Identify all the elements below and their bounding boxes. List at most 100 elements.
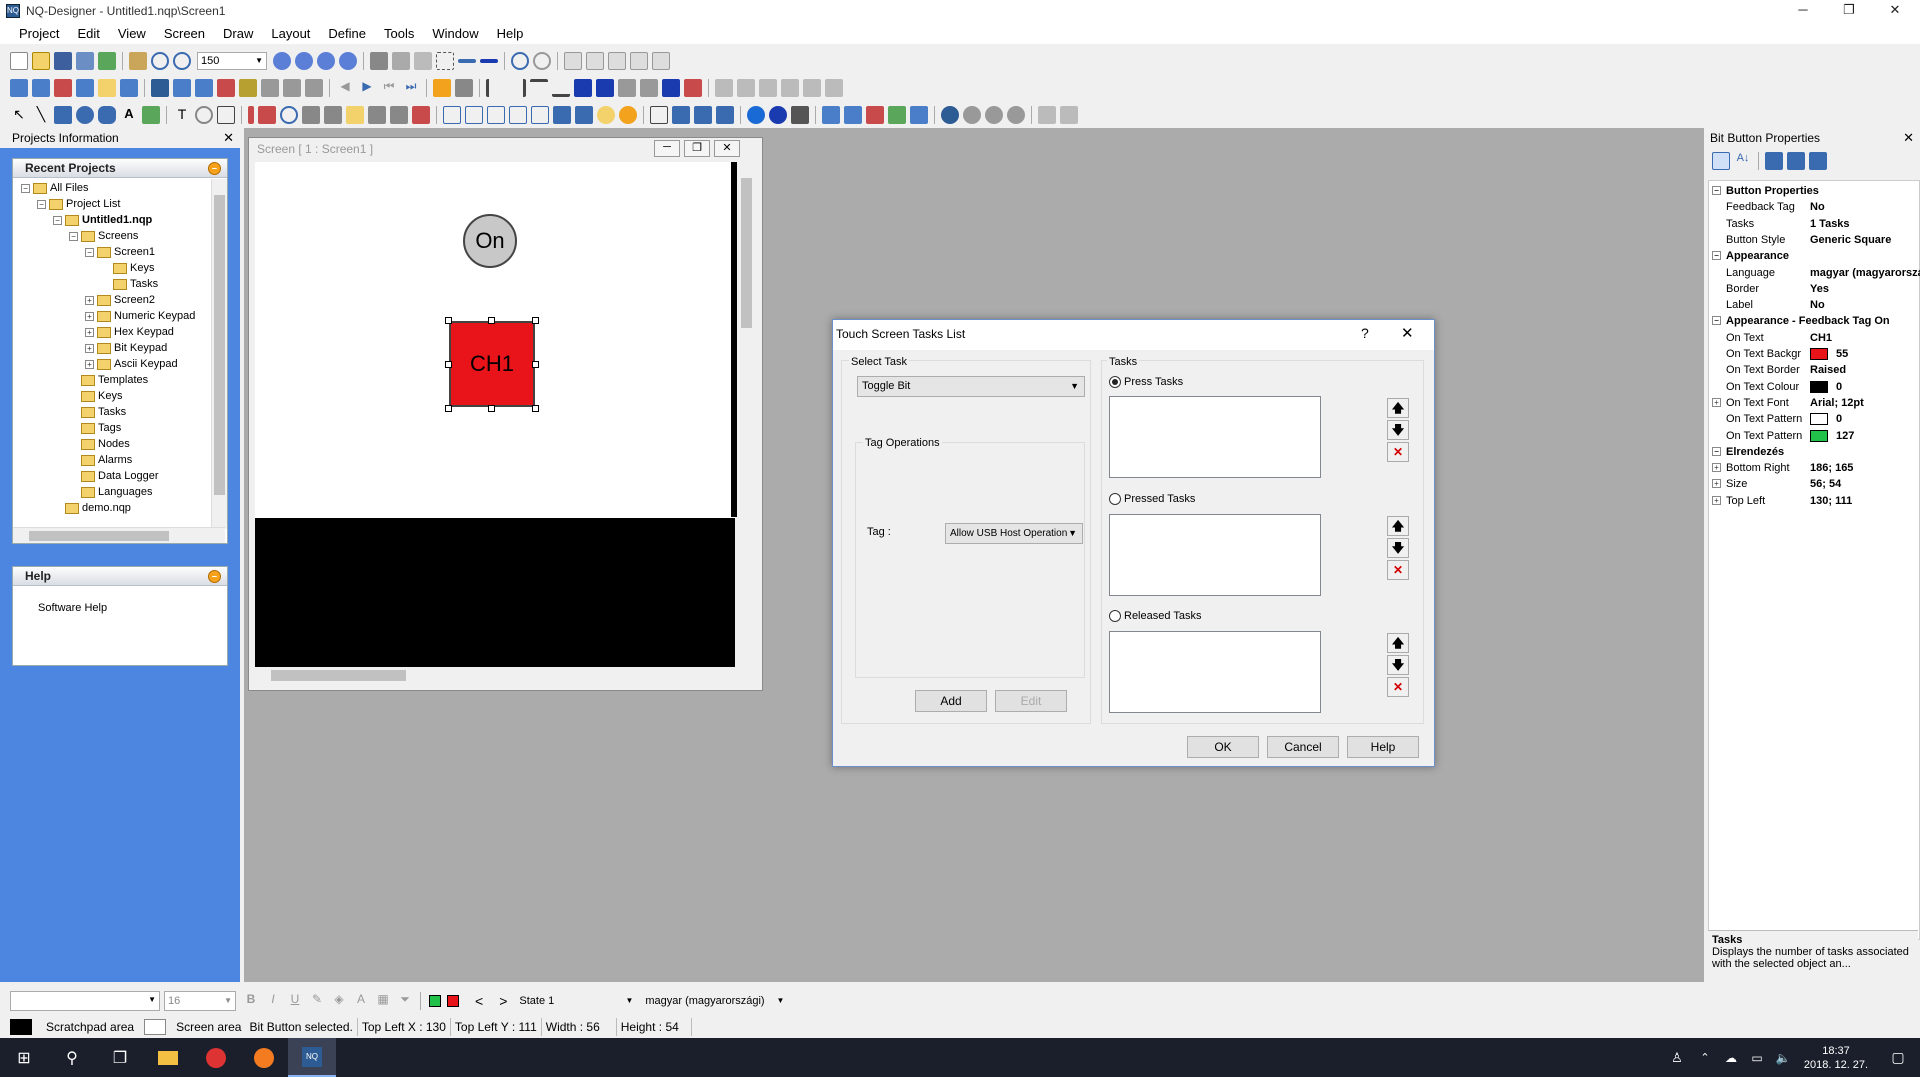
- tree-item[interactable]: Tasks: [101, 277, 158, 292]
- first-screen-icon[interactable]: ◀: [336, 79, 354, 97]
- resize-handle-tc[interactable]: [488, 317, 495, 324]
- expand-node-icon[interactable]: +: [85, 312, 94, 321]
- next-state-icon[interactable]: >: [499, 993, 507, 1009]
- notifications-icon[interactable]: ▢: [1876, 1038, 1920, 1077]
- text-box-icon[interactable]: [650, 105, 668, 124]
- tree-item[interactable]: Keys: [101, 261, 154, 276]
- search-icon[interactable]: ⚲: [48, 1038, 96, 1077]
- dialog-help-icon[interactable]: ?: [1361, 325, 1369, 341]
- expand-node-icon[interactable]: +: [85, 344, 94, 353]
- new-property-icon[interactable]: [1809, 152, 1827, 170]
- move-left-icon[interactable]: [458, 58, 476, 63]
- green-state-icon[interactable]: [429, 994, 441, 1007]
- network-tray-icon[interactable]: ▭: [1744, 1038, 1770, 1077]
- align-top-icon[interactable]: [530, 78, 548, 97]
- list-box-icon[interactable]: [672, 105, 690, 124]
- volume-icon[interactable]: 🔈: [1770, 1038, 1796, 1077]
- task-view-icon[interactable]: ❐: [96, 1038, 144, 1077]
- picture-button-icon[interactable]: [575, 105, 593, 124]
- file-explorer-icon[interactable]: [144, 1038, 192, 1077]
- recipe-icon[interactable]: [368, 105, 386, 124]
- tree-item[interactable]: − Screens: [69, 229, 138, 244]
- align-right-icon[interactable]: [508, 78, 526, 97]
- screen-canvas[interactable]: On CH1: [255, 162, 737, 667]
- expand-all-icon[interactable]: [1765, 152, 1783, 170]
- property-value-cell[interactable]: 0: [1810, 379, 1920, 395]
- italic-icon[interactable]: I: [264, 992, 282, 1010]
- property-value-cell[interactable]: magyar (magyarország): [1810, 265, 1920, 281]
- cut-icon[interactable]: [370, 51, 388, 70]
- slider-icon[interactable]: [553, 105, 571, 124]
- users-icon[interactable]: [305, 78, 323, 97]
- list-icon[interactable]: [630, 51, 648, 70]
- collapse-help-icon[interactable]: –: [208, 569, 221, 583]
- distribute-icon-4[interactable]: [781, 78, 799, 97]
- resize-handle-br[interactable]: [532, 405, 539, 412]
- space-horizontal-icon[interactable]: [618, 78, 636, 97]
- meter-icon[interactable]: [280, 105, 298, 124]
- refresh-icon[interactable]: [339, 51, 357, 70]
- database-icon[interactable]: [173, 78, 191, 97]
- image-icon[interactable]: [142, 105, 160, 124]
- paste-icon[interactable]: [414, 51, 432, 70]
- property-row[interactable]: On Text Pattern 127: [1709, 428, 1920, 444]
- redo-icon[interactable]: [533, 51, 551, 70]
- table-object-icon[interactable]: [390, 105, 408, 124]
- send-back-icon[interactable]: [455, 78, 473, 97]
- select-all-icon[interactable]: [436, 51, 454, 70]
- line-color-icon[interactable]: ✎: [308, 992, 326, 1010]
- red-state-icon[interactable]: [447, 994, 459, 1007]
- move-down-icon[interactable]: 🡇: [1387, 655, 1409, 675]
- close-icon[interactable]: ✕: [1903, 130, 1914, 146]
- tree-item[interactable]: Tags: [69, 421, 121, 436]
- tree-item[interactable]: − All Files: [21, 181, 89, 196]
- select-task-dropdown[interactable]: Toggle Bit ▼: [857, 376, 1085, 397]
- tree-item[interactable]: demo.nqp: [53, 501, 131, 516]
- resize-handle-tl[interactable]: [445, 317, 452, 324]
- delete-icon[interactable]: ✕: [1387, 442, 1409, 462]
- data-logger-icon[interactable]: [412, 105, 430, 124]
- save-all-icon[interactable]: [76, 51, 94, 70]
- resize-handle-ml[interactable]: [445, 361, 452, 368]
- ok-button[interactable]: OK: [1187, 736, 1259, 758]
- xy-plot-icon[interactable]: [324, 105, 342, 124]
- property-row[interactable]: Feedback Tag No: [1709, 199, 1920, 215]
- property-value-cell[interactable]: No: [1810, 199, 1920, 215]
- property-value-cell[interactable]: 55: [1810, 346, 1920, 362]
- tree-horizontal-scrollbar[interactable]: [13, 527, 225, 543]
- download-project-icon[interactable]: [151, 78, 169, 97]
- screen-horizontal-scrollbar[interactable]: [255, 667, 738, 684]
- collapse-node-icon[interactable]: −: [37, 200, 46, 209]
- property-row[interactable]: Language magyar (magyarország): [1709, 265, 1920, 281]
- collapse-node-icon[interactable]: −: [69, 232, 78, 241]
- chevron-up-icon[interactable]: ⌃: [1692, 1038, 1718, 1077]
- expand-node-icon[interactable]: +: [85, 328, 94, 337]
- tree-item[interactable]: + Numeric Keypad: [85, 309, 195, 324]
- previous-state-icon[interactable]: <: [475, 993, 483, 1009]
- people-icon[interactable]: [261, 78, 279, 97]
- move-up-icon[interactable]: 🡅: [1387, 516, 1409, 536]
- help-icon[interactable]: [317, 51, 335, 70]
- bar-graph-icon[interactable]: [248, 105, 254, 124]
- last-screen-icon[interactable]: ⏭: [402, 79, 420, 97]
- numeric-display-icon[interactable]: [217, 105, 235, 124]
- menu-view[interactable]: View: [109, 26, 155, 41]
- save-icon[interactable]: [54, 51, 72, 70]
- transfer-icon[interactable]: [941, 105, 959, 124]
- simulate-icon[interactable]: [963, 105, 981, 124]
- software-help-link[interactable]: Software Help: [13, 586, 227, 614]
- expand-node-icon[interactable]: +: [1712, 397, 1721, 407]
- people-tray-icon[interactable]: ♙: [1662, 1038, 1692, 1077]
- press-tasks-radio[interactable]: Press Tasks: [1109, 376, 1183, 389]
- delete-icon[interactable]: ✕: [1387, 677, 1409, 697]
- same-width-icon[interactable]: [662, 78, 680, 97]
- same-height-icon[interactable]: [684, 78, 702, 97]
- more-icon[interactable]: ⏷: [396, 992, 414, 1010]
- tree-item[interactable]: Templates: [69, 373, 148, 388]
- minimize-button[interactable]: ─: [1780, 0, 1826, 22]
- collapse-node-icon[interactable]: −: [1712, 186, 1721, 195]
- export-icon[interactable]: [844, 105, 862, 124]
- menu-window[interactable]: Window: [423, 26, 487, 41]
- property-value-cell[interactable]: 127: [1810, 428, 1920, 444]
- edit-button[interactable]: Edit: [995, 690, 1067, 712]
